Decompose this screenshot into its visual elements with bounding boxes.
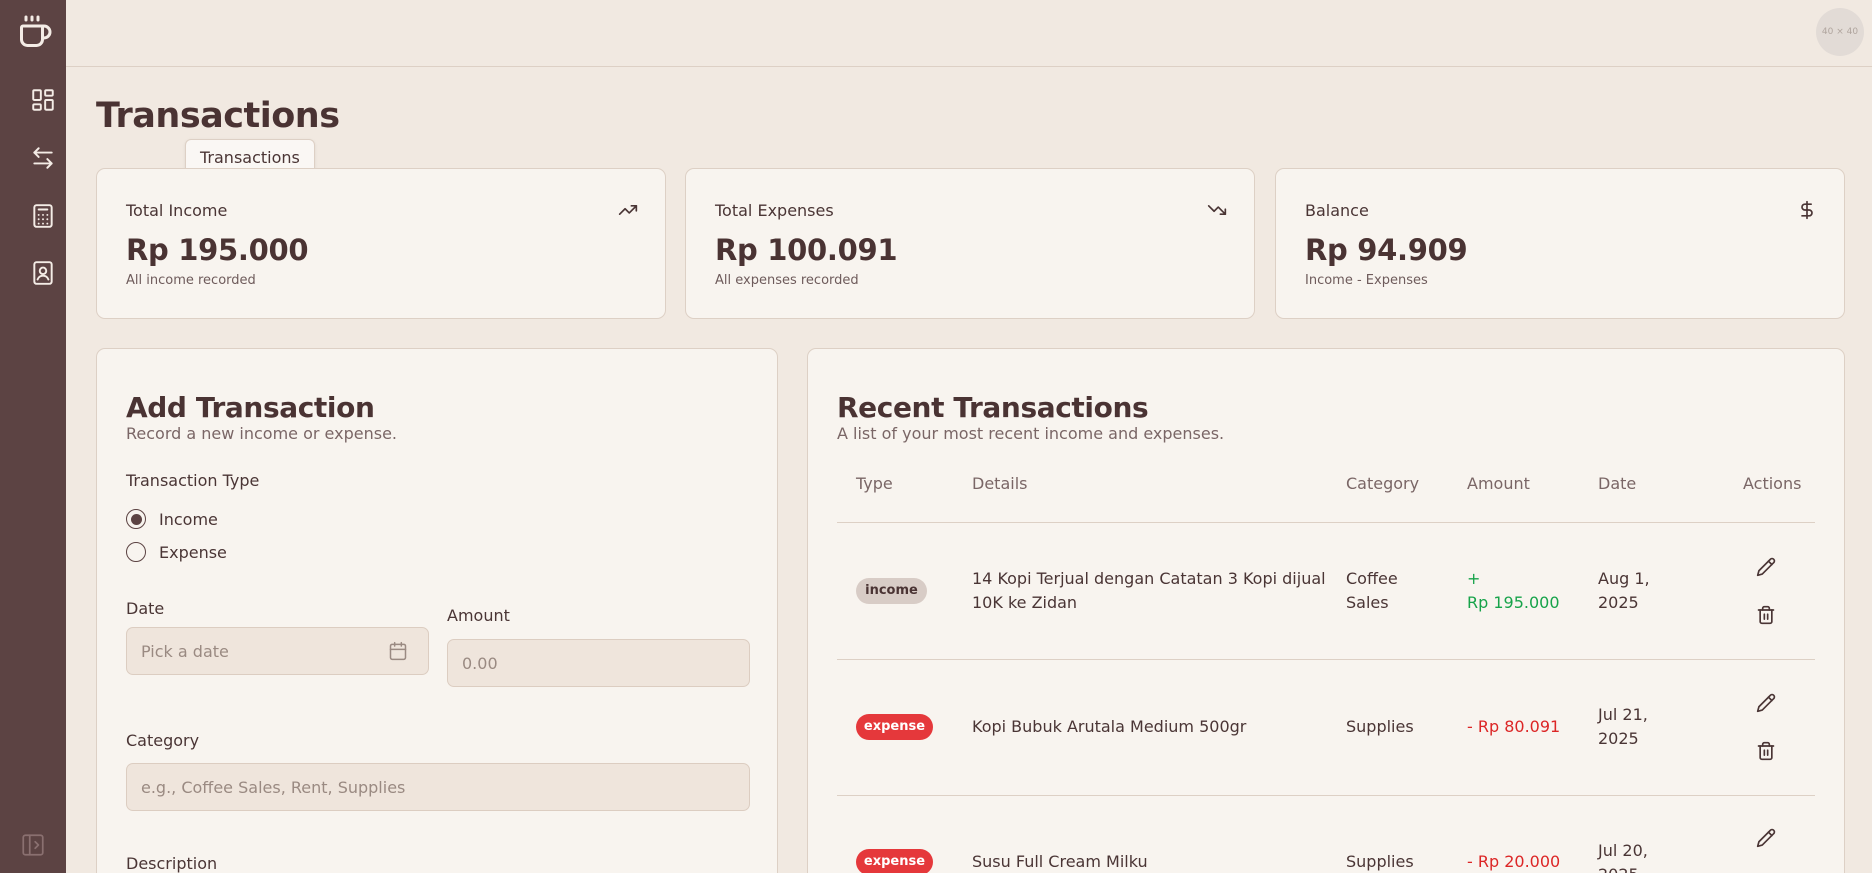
radio-expense-label: Expense — [159, 542, 227, 562]
top-bar: 40 × 40 — [66, 0, 1872, 67]
radio-income-label: Income — [159, 509, 218, 529]
dollar-icon — [1796, 199, 1818, 221]
radio-selected-dot — [130, 513, 142, 525]
calculator-icon[interactable] — [23, 196, 63, 236]
row-category: Coffee Sales — [1346, 567, 1398, 615]
amount-placeholder: 0.00 — [462, 653, 498, 673]
column-header-date: Date — [1598, 474, 1637, 493]
date-picker[interactable]: Pick a date — [126, 627, 429, 675]
type-badge-income: income — [856, 578, 927, 604]
trash-icon[interactable] — [1754, 603, 1778, 627]
row-details: Kopi Bubuk Arutala Medium 500gr — [972, 717, 1247, 736]
row-date-line: Jul 20, — [1598, 841, 1648, 860]
dashboard-icon[interactable] — [23, 80, 63, 120]
add-transaction-subtitle: Record a new income or expense. — [126, 424, 397, 443]
column-header-details: Details — [972, 474, 1028, 493]
date-label: Date — [126, 599, 165, 618]
stat-label: Balance — [1305, 201, 1369, 220]
edit-icon[interactable] — [1754, 691, 1778, 715]
stat-subtitle: All income recorded — [126, 273, 256, 288]
total-expenses-card: Total Expenses Rp 100.091 All expenses r… — [685, 168, 1255, 319]
amount-label: Amount — [447, 606, 510, 625]
trash-icon[interactable] — [1754, 739, 1778, 763]
category-placeholder: e.g., Coffee Sales, Rent, Supplies — [141, 777, 406, 797]
row-category-line: Sales — [1346, 593, 1389, 612]
row-amount: - Rp 80.091 — [1467, 717, 1561, 736]
row-details-line: 14 Kopi Terjual dengan Catatan 3 Kopi di… — [972, 569, 1326, 588]
row-date-line: 2025 — [1598, 863, 1648, 873]
sidebar-toggle-icon[interactable] — [18, 830, 48, 860]
row-date-line: Aug 1, — [1598, 569, 1650, 588]
stat-label: Total Income — [126, 201, 228, 220]
column-header-actions: Actions — [1743, 474, 1802, 493]
radio-income-control[interactable] — [126, 509, 146, 529]
table-divider — [837, 795, 1815, 796]
row-date: Jul 21, 2025 — [1598, 703, 1648, 751]
column-header-type: Type — [856, 474, 893, 493]
stat-subtitle: All expenses recorded — [715, 273, 859, 288]
add-transaction-card: Add Transaction Record a new income or e… — [96, 348, 778, 873]
category-input[interactable]: e.g., Coffee Sales, Rent, Supplies — [126, 763, 750, 811]
row-details-line: 10K ke Zidan — [972, 593, 1078, 612]
balance-card: Balance Rp 94.909 Income - Expenses — [1275, 168, 1845, 319]
add-transaction-title: Add Transaction — [126, 391, 375, 424]
stat-value: Rp 100.091 — [715, 233, 898, 267]
category-label: Category — [126, 731, 200, 750]
trending-down-icon — [1206, 199, 1228, 221]
page-title: Transactions — [96, 96, 340, 136]
row-details: 14 Kopi Terjual dengan Catatan 3 Kopi di… — [972, 567, 1326, 615]
recent-transactions-title: Recent Transactions — [837, 391, 1149, 424]
row-date: Aug 1, 2025 — [1598, 567, 1650, 615]
row-amount-line: + — [1467, 569, 1481, 588]
row-category-line: Coffee — [1346, 569, 1398, 588]
date-placeholder: Pick a date — [141, 641, 229, 661]
amount-input[interactable]: 0.00 — [447, 639, 750, 687]
stat-subtitle: Income - Expenses — [1305, 273, 1428, 288]
row-category: Supplies — [1346, 852, 1414, 871]
radio-expense[interactable]: Expense — [126, 542, 227, 562]
description-label: Description — [126, 854, 218, 873]
type-badge-expense: expense — [856, 849, 933, 873]
recent-transactions-card: Recent Transactions A list of your most … — [807, 348, 1845, 873]
edit-icon[interactable] — [1754, 555, 1778, 579]
column-header-amount: Amount — [1467, 474, 1530, 493]
trending-up-icon — [617, 199, 639, 221]
edit-icon[interactable] — [1754, 826, 1778, 850]
row-date-line: 2025 — [1598, 593, 1639, 612]
row-amount-line: Rp 195.000 — [1467, 593, 1560, 612]
radio-expense-control[interactable] — [126, 542, 146, 562]
row-date-line: Jul 21, — [1598, 705, 1648, 724]
column-header-category: Category — [1346, 474, 1420, 493]
type-badge-expense: expense — [856, 714, 933, 740]
sidebar — [0, 0, 66, 873]
table-divider — [837, 522, 1815, 523]
transaction-type-label: Transaction Type — [126, 471, 260, 490]
row-amount: - Rp 20.000 — [1467, 852, 1561, 871]
stat-value: Rp 94.909 — [1305, 233, 1468, 267]
row-date-line: 2025 — [1598, 729, 1639, 748]
stat-value: Rp 195.000 — [126, 233, 309, 267]
row-details: Susu Full Cream Milku — [972, 852, 1148, 871]
total-income-card: Total Income Rp 195.000 All income recor… — [96, 168, 666, 319]
row-category: Supplies — [1346, 717, 1414, 736]
row-amount: + Rp 195.000 — [1467, 567, 1560, 615]
avatar[interactable]: 40 × 40 — [1816, 8, 1864, 56]
calendar-icon — [388, 641, 408, 665]
contact-book-icon[interactable] — [23, 253, 63, 293]
table-divider — [837, 659, 1815, 660]
coffee-cup-logo-icon[interactable] — [13, 10, 57, 54]
recent-transactions-subtitle: A list of your most recent income and ex… — [837, 424, 1225, 443]
radio-income[interactable]: Income — [126, 509, 218, 529]
row-date: Jul 20, 2025 — [1598, 839, 1648, 873]
stat-label: Total Expenses — [715, 201, 834, 220]
arrows-left-right-icon[interactable] — [23, 138, 63, 178]
